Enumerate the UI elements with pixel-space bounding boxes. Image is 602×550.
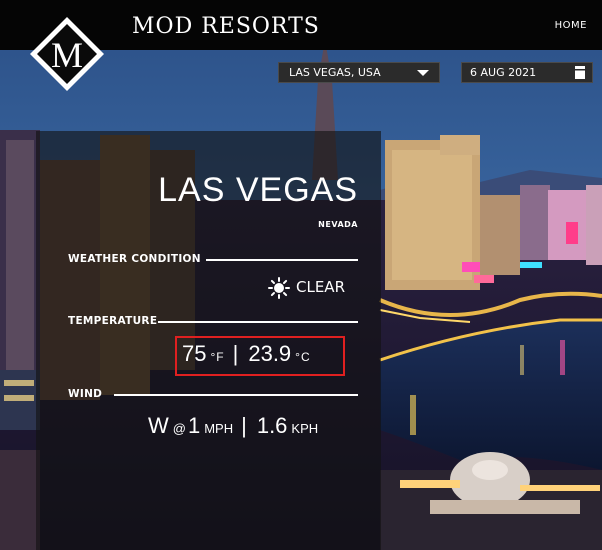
condition-text: CLEAR <box>296 278 345 296</box>
temp-fahrenheit: 75 <box>182 341 207 366</box>
unit-kph: KPH <box>291 421 319 436</box>
wind-divider <box>114 394 358 396</box>
sun-icon <box>268 276 290 299</box>
unit-mph: MPH <box>204 421 234 436</box>
logo-letter: M <box>51 35 83 75</box>
wind-at-symbol: @ <box>172 421 186 436</box>
location-dropdown[interactable]: LAS VEGAS, USA <box>278 62 440 83</box>
unit-celsius: °C <box>295 350 311 364</box>
unit-fahrenheit: °F <box>210 350 225 364</box>
weather-panel: LAS VEGAS NEVADA WEATHER CONDITION CLEAR… <box>36 131 381 550</box>
wind-speed-kph: 1.6 <box>256 413 288 438</box>
wind-label: WIND <box>68 388 103 400</box>
temperature-readout: 75 °F | 23.9 °C <box>182 341 311 367</box>
calendar-icon <box>575 66 585 79</box>
date-picker[interactable]: 6 AUG 2021 <box>461 62 593 83</box>
date-value: 6 AUG 2021 <box>470 66 537 79</box>
home-link[interactable]: HOME <box>555 20 587 31</box>
city-name: LAS VEGAS <box>158 171 358 209</box>
temperature-divider <box>158 321 358 323</box>
weather-condition: CLEAR <box>268 275 345 299</box>
state-name: NEVADA <box>318 220 358 229</box>
wind-speed-mph: 1 <box>187 413 201 438</box>
chevron-down-icon <box>417 70 429 76</box>
temp-separator: | <box>232 341 239 366</box>
weather-condition-label: WEATHER CONDITION <box>68 253 201 265</box>
wind-direction: W <box>148 413 169 438</box>
diamond-m-logo[interactable]: M <box>28 15 106 93</box>
location-value: LAS VEGAS, USA <box>289 66 381 79</box>
temp-celsius: 23.9 <box>248 341 292 366</box>
wind-readout: W @1 MPH | 1.6 KPH <box>148 413 318 439</box>
temperature-label: TEMPERATURE <box>68 315 158 327</box>
brand-name: MOD RESORTS <box>132 14 320 39</box>
condition-divider <box>206 259 358 261</box>
wind-separator: | <box>241 413 247 438</box>
